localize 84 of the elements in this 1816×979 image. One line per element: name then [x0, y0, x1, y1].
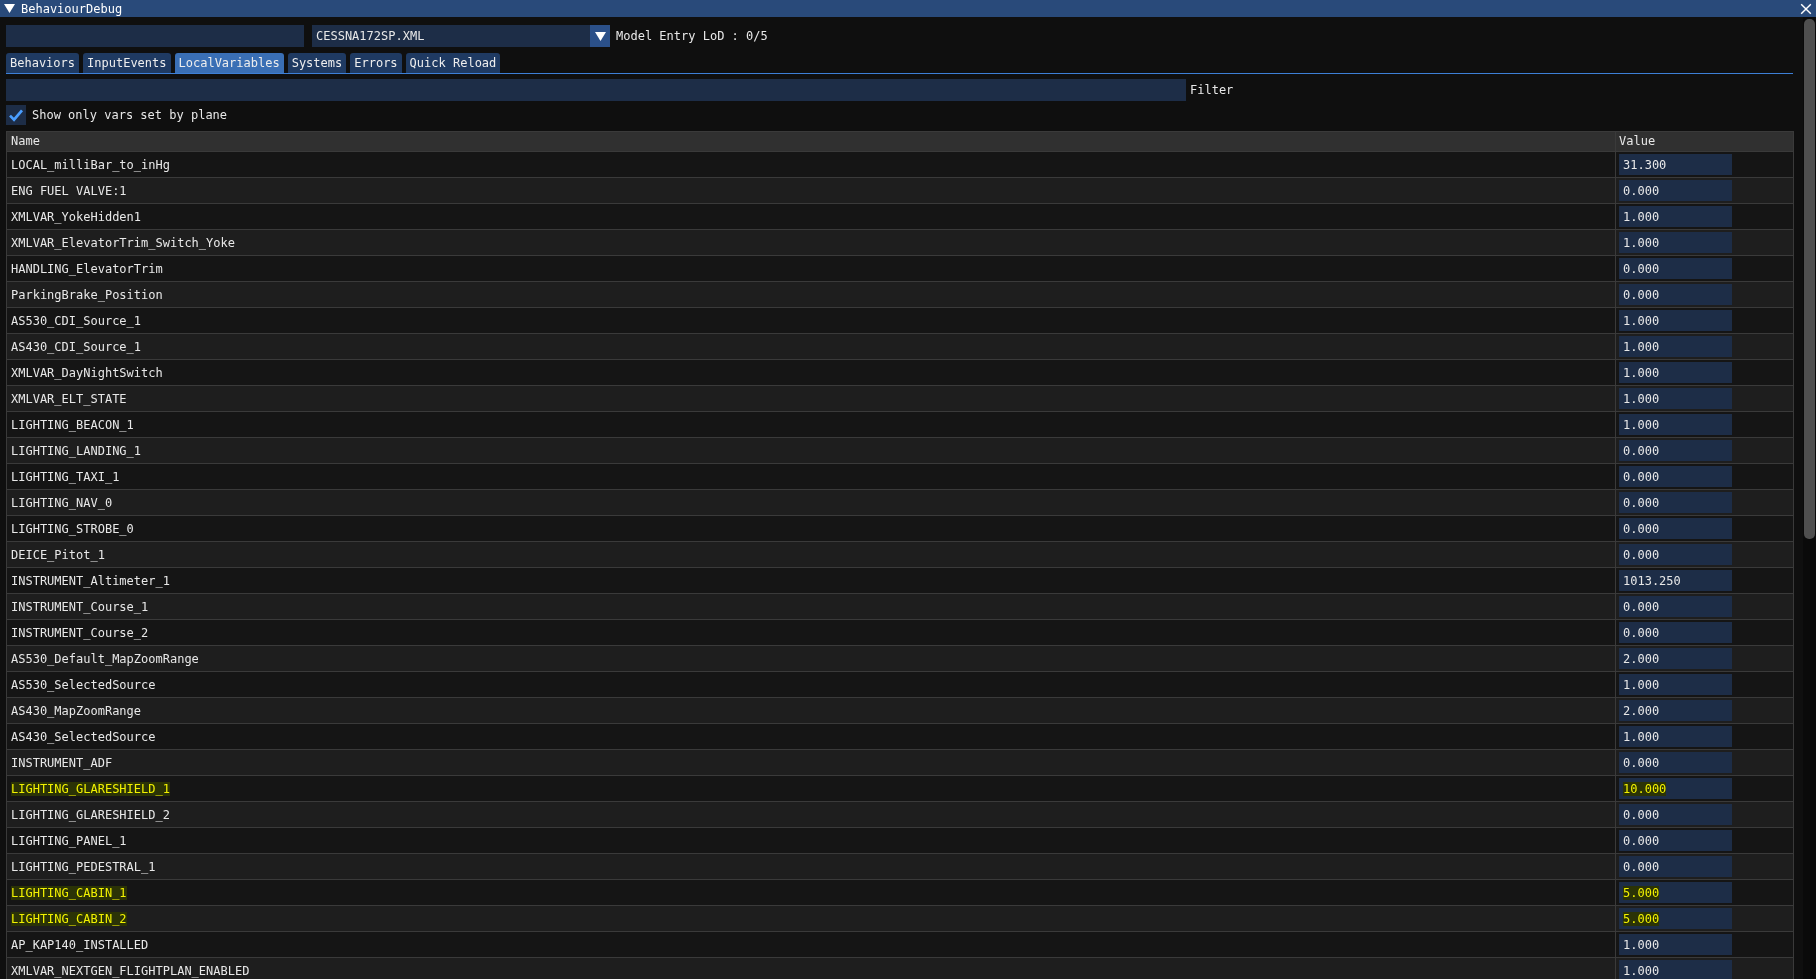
variable-name: AS430_MapZoomRange	[11, 703, 142, 718]
value-field[interactable]: 0.000	[1619, 804, 1732, 825]
value-field[interactable]: 1013.250	[1619, 570, 1732, 591]
variable-name: XMLVAR_ElevatorTrim_Switch_Yoke	[11, 235, 235, 250]
value-field[interactable]: 1.000	[1619, 232, 1732, 253]
tab[interactable]: Behaviors	[6, 53, 80, 73]
value-field[interactable]: 5.000	[1619, 908, 1732, 929]
value-field[interactable]: 0.000	[1619, 830, 1732, 851]
checkbox[interactable]	[6, 105, 26, 125]
value-field[interactable]: 2.000	[1619, 700, 1732, 721]
value-field[interactable]: 1.000	[1619, 960, 1732, 979]
variable-name: AS530_CDI_Source_1	[11, 313, 142, 328]
variable-name: LIGHTING_GLARESHIELD_1	[11, 781, 170, 796]
tab[interactable]: Quick Reload	[405, 53, 501, 73]
variable-name: LIGHTING_TAXI_1	[11, 469, 120, 484]
variable-name: AS430_SelectedSource	[11, 729, 156, 744]
variable-name: INSTRUMENT_Course_2	[11, 625, 149, 640]
tab[interactable]: Systems	[287, 53, 347, 73]
lod-label: Model Entry LoD : 0/5	[616, 29, 768, 43]
checkmark-icon	[8, 107, 24, 123]
value-field[interactable]: 0.000	[1619, 544, 1732, 565]
variable-name: INSTRUMENT_Altimeter_1	[11, 573, 170, 588]
variable-name: LIGHTING_LANDING_1	[11, 443, 142, 458]
collapse-triangle-icon[interactable]	[4, 3, 15, 14]
variable-name: LIGHTING_BEACON_1	[11, 417, 134, 432]
value-field[interactable]: 0.000	[1619, 466, 1732, 487]
search-field[interactable]	[6, 25, 304, 47]
variable-name: LIGHTING_CABIN_2	[11, 911, 127, 926]
value-field[interactable]: 5.000	[1619, 882, 1732, 903]
value-field[interactable]: 2.000	[1619, 648, 1732, 669]
value-field[interactable]: 1.000	[1619, 726, 1732, 747]
dropdown-arrow-icon	[594, 30, 606, 42]
value-field[interactable]: 10.000	[1619, 778, 1732, 799]
value-field[interactable]: 1.000	[1619, 362, 1732, 383]
variable-name: XMLVAR_ELT_STATE	[11, 391, 127, 406]
value-field[interactable]: 0.000	[1619, 856, 1732, 877]
variable-name: LIGHTING_PANEL_1	[11, 833, 127, 848]
scrollbar-thumb[interactable]	[1804, 19, 1815, 539]
variable-name: XMLVAR_NEXTGEN_FLIGHTPLAN_ENABLED	[11, 963, 250, 978]
variable-name: ENG FUEL VALVE:1	[11, 183, 127, 198]
filter-field[interactable]	[6, 79, 1186, 101]
variable-name: LIGHTING_CABIN_1	[11, 885, 127, 900]
value-field[interactable]: 0.000	[1619, 596, 1732, 617]
value-field[interactable]: 0.000	[1619, 492, 1732, 513]
tab[interactable]: InputEvents	[83, 53, 171, 73]
value-field[interactable]: 1.000	[1619, 310, 1732, 331]
value-field[interactable]: 0.000	[1619, 180, 1732, 201]
variable-name: INSTRUMENT_Course_1	[11, 599, 149, 614]
value-field[interactable]: 1.000	[1619, 674, 1732, 695]
filter-label: Filter	[1190, 83, 1234, 97]
tab[interactable]: Errors	[350, 53, 402, 73]
variable-name: DEICE_Pitot_1	[11, 547, 105, 562]
variable-name: HANDLING_ElevatorTrim	[11, 261, 163, 276]
value-field[interactable]: 1.000	[1619, 934, 1732, 955]
variable-name: LIGHTING_NAV_0	[11, 495, 113, 510]
variable-name: LIGHTING_GLARESHIELD_2	[11, 807, 170, 822]
variable-name: AS530_Default_MapZoomRange	[11, 651, 199, 666]
value-field[interactable]: 31.300	[1619, 154, 1732, 175]
variable-name: AS530_SelectedSource	[11, 677, 156, 692]
tab[interactable]: LocalVariables	[174, 53, 284, 73]
variable-name: ParkingBrake_Position	[11, 287, 163, 302]
variable-name: INSTRUMENT_ADF	[11, 755, 113, 770]
value-field[interactable]: 1.000	[1619, 388, 1732, 409]
window-title: BehaviourDebug	[21, 1, 124, 16]
variable-name: LOCAL_milliBar_to_inHg	[11, 157, 170, 172]
value-field[interactable]: 0.000	[1619, 258, 1732, 279]
variable-name: XMLVAR_DayNightSwitch	[11, 365, 163, 380]
value-field[interactable]: 1.000	[1619, 206, 1732, 227]
value-field[interactable]: 1.000	[1619, 414, 1732, 435]
variable-name: AP_KAP140_INSTALLED	[11, 937, 149, 952]
variable-name: AS430_CDI_Source_1	[11, 339, 142, 354]
column-header[interactable]: Name	[7, 132, 1615, 151]
value-field[interactable]: 0.000	[1619, 518, 1732, 539]
value-field[interactable]: 1.000	[1619, 336, 1732, 357]
model-dropdown[interactable]: CESSNA172SP.XML	[312, 25, 610, 47]
value-field[interactable]: 0.000	[1619, 284, 1732, 305]
variable-name: XMLVAR_YokeHidden1	[11, 209, 142, 224]
checkbox-label: Show only vars set by plane	[32, 108, 228, 122]
variable-name: LIGHTING_STROBE_0	[11, 521, 134, 536]
variable-name: LIGHTING_PEDESTRAL_1	[11, 859, 156, 874]
value-field[interactable]: 0.000	[1619, 752, 1732, 773]
close-icon[interactable]	[1800, 2, 1812, 15]
value-field[interactable]: 0.000	[1619, 440, 1732, 461]
value-field[interactable]: 0.000	[1619, 622, 1732, 643]
